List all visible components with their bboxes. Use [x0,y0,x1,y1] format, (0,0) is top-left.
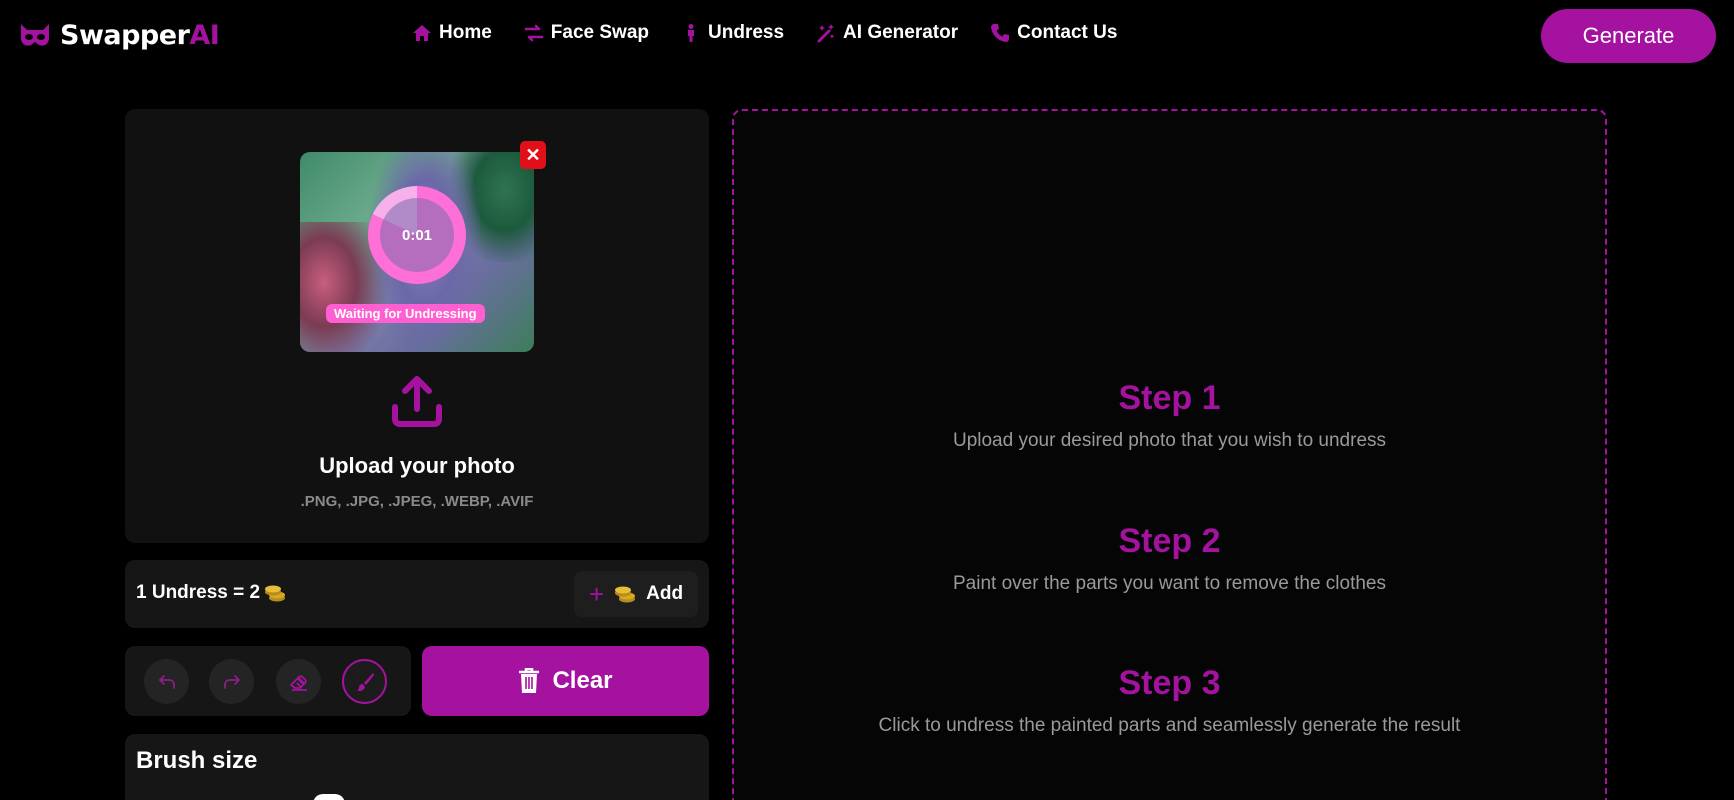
remove-photo-button[interactable]: ✕ [520,141,546,169]
main-nav: Home Face Swap Undress AI Generator Cont… [412,22,1117,44]
result-canvas: Step 1 Upload your desired photo that yo… [732,109,1607,800]
cost-text: 1 Undress = 2 [136,582,261,603]
logo[interactable]: SwapperAI [18,18,220,52]
nav-contact-us[interactable]: Contact Us [990,22,1117,44]
nav-face-swap[interactable]: Face Swap [524,22,649,44]
status-badge: Waiting for Undressing [326,304,485,323]
clear-button[interactable]: Clear [422,646,709,716]
cost-bar: 1 Undress = 2 + Add [125,560,709,628]
nav-home[interactable]: Home [412,22,492,44]
add-credits-button[interactable]: + Add [574,571,698,617]
nav-face-swap-label: Face Swap [550,22,650,43]
brush-size-slider-handle[interactable] [313,794,345,800]
undo-button[interactable] [144,659,189,704]
phone-icon [991,24,1010,42]
coins-icon [265,585,286,602]
step-3: Step 3 Click to undress the painted part… [734,664,1605,737]
brush-size-panel: Brush size [125,734,709,800]
nav-home-label: Home [439,22,492,43]
upload-title: Upload your photo [319,453,515,478]
step-description: Upload your desired photo that you wish … [952,430,1387,451]
step-2: Step 2 Paint over the parts you want to … [734,522,1605,595]
swap-arrows-icon [524,24,544,42]
step-title: Step 3 [1118,664,1221,702]
coins-icon [615,586,636,603]
step-title: Step 1 [1118,379,1221,417]
nav-undress[interactable]: Undress [681,22,784,44]
progress-ring: 0:01 [368,186,466,284]
brush-size-title: Brush size [136,747,258,774]
progress-timer: 0:01 [401,226,433,244]
eraser-button[interactable] [276,659,321,704]
step-title: Step 2 [1118,522,1221,560]
clear-label: Clear [552,667,613,694]
nav-undress-label: Undress [708,22,785,43]
nav-ai-generator-label: AI Generator [843,22,959,43]
top-navbar: SwapperAI Home Face Swap Undress AI Gene… [0,0,1734,72]
home-icon [413,25,431,41]
nav-contact-us-label: Contact Us [1017,22,1118,43]
trash-icon [519,668,540,693]
upload-icon [392,376,442,427]
upload-formats: .PNG, .JPG, .JPEG, .WEBP, .AVIF [300,493,534,510]
cost-info: 1 Undress = 2 [136,582,286,604]
redo-icon [223,674,240,689]
upload-dropzone[interactable]: 0:01 Waiting for Undressing ✕ Upload you… [125,109,709,543]
generate-button[interactable]: Generate [1541,9,1716,63]
plus-icon: + [588,579,605,609]
uploaded-photo-thumbnail: 0:01 Waiting for Undressing [300,152,534,352]
eraser-icon [289,674,307,691]
person-icon [688,24,695,42]
step-description: Paint over the parts you want to remove … [952,573,1386,594]
magic-wand-icon [817,24,835,43]
brush-button[interactable] [342,659,387,704]
logo-text: SwapperAI [60,19,220,51]
brush-icon [356,672,374,691]
add-credits-label: Add [646,583,684,604]
nav-ai-generator[interactable]: AI Generator [816,22,958,44]
paint-toolbar [125,646,411,716]
step-description: Click to undress the painted parts and s… [878,715,1461,736]
redo-button[interactable] [209,659,254,704]
undo-icon [158,674,175,689]
step-1: Step 1 Upload your desired photo that yo… [734,379,1605,452]
mask-logo-icon [21,24,49,46]
